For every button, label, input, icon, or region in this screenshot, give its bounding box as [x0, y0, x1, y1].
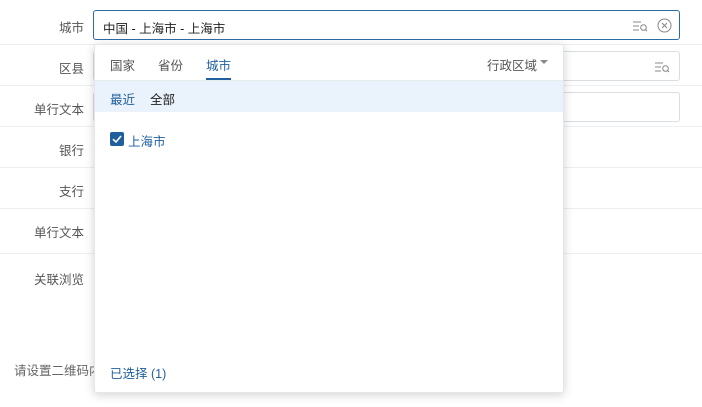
city-input-value: 中国 - 上海市 - 上海市: [103, 22, 226, 36]
caret-down-icon[interactable]: [540, 60, 548, 64]
tab-city[interactable]: 城市: [206, 55, 231, 74]
row-label-branch: 支行: [58, 185, 84, 199]
row-label-district: 区县: [58, 62, 84, 76]
search-list-icon[interactable]: [654, 60, 670, 74]
tab-country[interactable]: 国家: [110, 55, 135, 74]
checkbox-checked[interactable]: [110, 132, 124, 146]
region-picker-dropdown: 国家 省份 城市 行政区域 最近 全部 上海市 已选择 (1): [94, 44, 564, 393]
row-city: 城市 中国 - 上海市 - 上海市: [0, 0, 702, 45]
clear-icon[interactable]: [657, 18, 672, 33]
row-label-single-text-1: 单行文本: [33, 103, 84, 117]
region-selector[interactable]: 行政区域: [487, 55, 537, 74]
tab-province[interactable]: 省份: [158, 55, 183, 74]
search-list-icon[interactable]: [632, 19, 648, 33]
subtab-recent[interactable]: 最近: [110, 89, 135, 108]
qr-code-hint: 请设置二维码内: [14, 364, 102, 378]
row-label-single-text-2: 单行文本: [33, 226, 84, 240]
row-label-city: 城市: [58, 21, 84, 35]
active-tab-indicator: [206, 78, 231, 80]
city-input[interactable]: 中国 - 上海市 - 上海市: [93, 10, 680, 40]
row-label-bank: 银行: [58, 144, 84, 158]
selected-count[interactable]: 已选择 (1): [110, 363, 166, 382]
subtabs: 最近 全部: [95, 81, 563, 112]
option-label: 上海市: [128, 135, 166, 149]
row-label-related-browse: 关联浏览: [33, 273, 84, 287]
subtab-all[interactable]: 全部: [150, 89, 175, 108]
level-tabs: 国家 省份 城市 行政区域: [95, 45, 563, 81]
check-icon: [112, 135, 122, 144]
